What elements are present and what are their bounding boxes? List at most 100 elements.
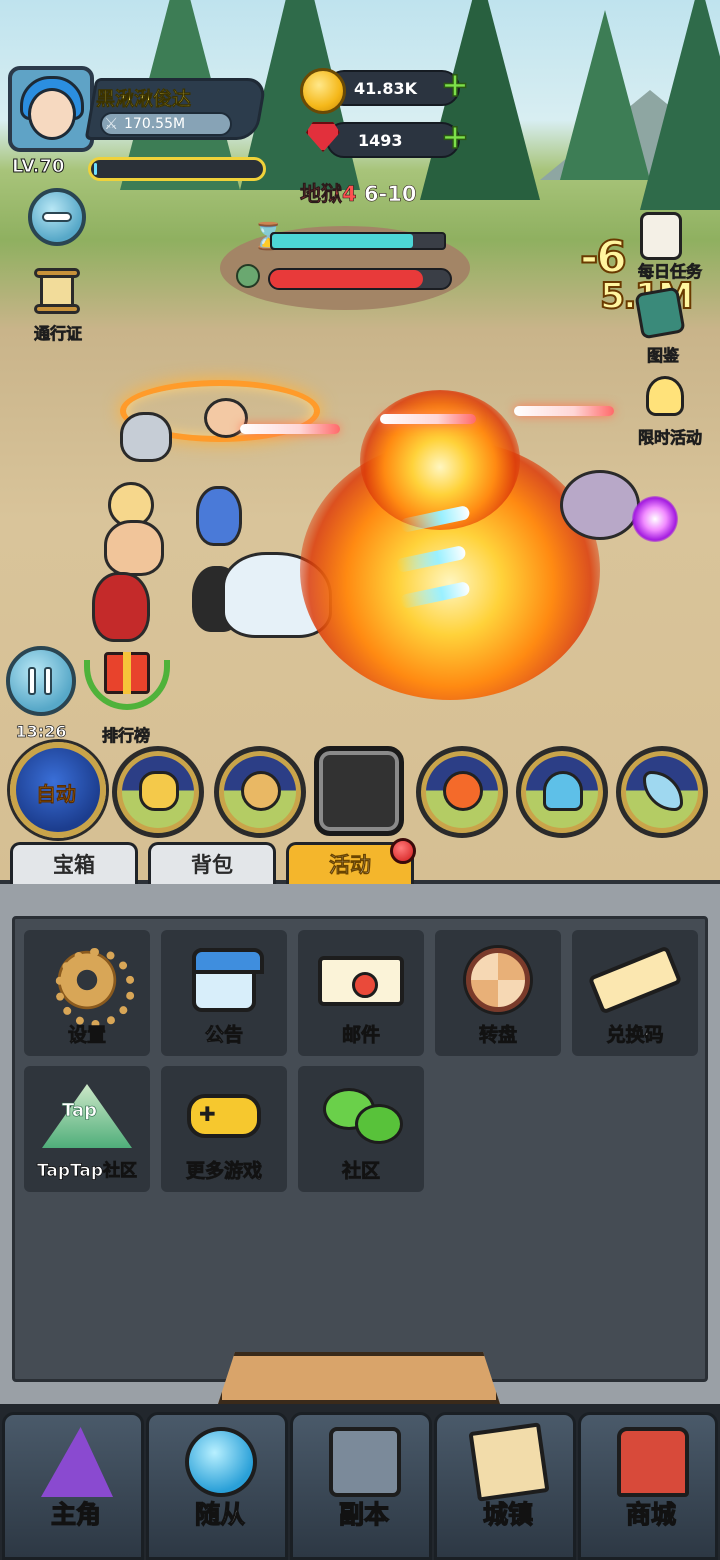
- gear-icon: [55, 948, 135, 1028]
- menu-label: 公告: [204, 1024, 244, 1047]
- player-name: 黑湫湫俊达: [96, 88, 192, 111]
- add-gems-button[interactable]: +: [440, 119, 470, 155]
- shop-icon: [617, 1427, 689, 1497]
- pet-orb-icon: [185, 1427, 257, 1497]
- menu-label: TapTap社区: [36, 1161, 138, 1182]
- ghost-skill-icon: [543, 771, 583, 811]
- menu-label: 社区: [341, 1160, 381, 1183]
- ticket-icon: [587, 945, 683, 1015]
- wizard-hat-icon: [41, 1427, 113, 1497]
- flying-sword-effect: [380, 414, 476, 424]
- menu-label: 邮件: [341, 1024, 381, 1047]
- skill-slot-3[interactable]: [314, 746, 404, 836]
- flying-sword-effect: [240, 424, 340, 434]
- player-level: LV.70: [12, 156, 65, 178]
- battle-pass-label[interactable]: 通行证: [22, 320, 94, 344]
- skill-slot-5[interactable]: [516, 746, 608, 838]
- minus-icon: [42, 212, 72, 222]
- calendar-icon: [192, 948, 264, 1012]
- nav-label: 商城: [625, 1499, 676, 1529]
- party-popper-icon[interactable]: [646, 376, 684, 416]
- skill-slot-6[interactable]: [616, 746, 708, 838]
- skill-slot-4[interactable]: [416, 746, 508, 838]
- nav-label: 副本: [338, 1499, 389, 1529]
- nav-hero[interactable]: 主角: [2, 1412, 144, 1560]
- gem-amount: 1493: [358, 131, 403, 150]
- leaderboard-gift-icon[interactable]: [104, 652, 150, 694]
- wolf-enemy: [560, 470, 640, 540]
- scroll-body: [40, 274, 74, 308]
- mail-icon: [318, 956, 404, 1006]
- wheel-icon: [466, 948, 530, 1012]
- boss-skull-icon: [236, 264, 260, 288]
- gold-coin-icon: [300, 68, 346, 114]
- gamepad-icon: [187, 1094, 261, 1138]
- stage-zone: 地狱4: [300, 182, 357, 207]
- limited-event-label[interactable]: 限时活动: [622, 424, 718, 448]
- wooden-ledge: [218, 1352, 500, 1404]
- nav-dungeon[interactable]: 副本: [290, 1412, 432, 1560]
- notification-dot: [390, 838, 416, 864]
- auto-battle-label[interactable]: 自动: [36, 778, 77, 807]
- tab-backpack[interactable]: 背包: [148, 842, 276, 886]
- codex-book-icon[interactable]: [634, 286, 686, 340]
- barrel-skill-icon: [241, 771, 281, 811]
- player-avatar[interactable]: [8, 66, 94, 152]
- pause-icon: [44, 667, 52, 695]
- menu-community[interactable]: 社区: [298, 1066, 424, 1192]
- menu-settings[interactable]: 设置: [24, 930, 150, 1056]
- stage-level: 6-10: [363, 182, 417, 207]
- menu-mail[interactable]: 邮件: [298, 930, 424, 1056]
- menu-label: 兑换码: [606, 1024, 664, 1047]
- background-tree: [560, 10, 650, 180]
- skill-slot-2[interactable]: [214, 746, 306, 838]
- fireball-skill-icon: [443, 771, 483, 811]
- flying-sword-effect: [514, 406, 614, 416]
- menu-redeem-code[interactable]: 兑换码: [572, 930, 698, 1056]
- stage-timer-bar: [270, 232, 446, 250]
- menu-more-games[interactable]: 更多游戏: [161, 1066, 287, 1192]
- nav-label: 随从: [194, 1499, 245, 1529]
- tab-treasure-chest[interactable]: 宝箱: [10, 842, 138, 886]
- nav-town[interactable]: 城镇: [434, 1412, 576, 1560]
- stage-label: 地狱4 6-10: [300, 178, 417, 208]
- wizard-hero: [196, 486, 242, 546]
- menu-label: 设置: [67, 1024, 107, 1047]
- menu-label: 更多游戏: [185, 1160, 263, 1183]
- knight-hero: [120, 412, 172, 462]
- town-map-icon: [468, 1422, 550, 1502]
- skill-slot-1[interactable]: [112, 746, 204, 838]
- leaderboard-label[interactable]: 排行榜: [88, 722, 164, 746]
- session-timer: 13:26: [15, 722, 67, 742]
- nav-label: 主角: [50, 1499, 101, 1529]
- menu-announcements[interactable]: 公告: [161, 930, 287, 1056]
- xp-bar: [88, 157, 266, 181]
- menu-taptap-community[interactable]: Tap TapTap社区: [24, 1066, 150, 1192]
- pause-icon: [28, 667, 36, 695]
- menu-label: 转盘: [478, 1024, 518, 1047]
- codex-label[interactable]: 图鉴: [630, 342, 696, 366]
- battle-pass-scroll-icon[interactable]: [34, 268, 80, 314]
- daily-tasks-label[interactable]: 每日任务: [622, 258, 718, 282]
- pirate-hero: [92, 572, 150, 642]
- boss-hp-fill: [270, 270, 423, 288]
- add-gold-button[interactable]: +: [440, 67, 470, 103]
- clipboard-icon[interactable]: [640, 212, 682, 260]
- nav-label: 城镇: [482, 1499, 533, 1529]
- sword-icon: ⚔: [104, 114, 119, 133]
- xp-bar-fill: [94, 163, 98, 175]
- chat-icon: [323, 1084, 403, 1148]
- pause-button[interactable]: [6, 646, 76, 716]
- background-tree: [640, 0, 720, 210]
- dash-skill-icon: [139, 771, 179, 811]
- nav-shop[interactable]: 商城: [578, 1412, 718, 1560]
- nav-followers[interactable]: 随从: [146, 1412, 288, 1560]
- stage-timer-fill: [272, 234, 414, 248]
- menu-wheel[interactable]: 转盘: [435, 930, 561, 1056]
- gold-amount: 41.83K: [354, 79, 418, 98]
- feather-skill-icon: [643, 771, 683, 811]
- explosion-effect: [360, 390, 520, 530]
- chat-bubble: [355, 1104, 403, 1144]
- taptap-icon-text: Tap: [62, 1100, 98, 1122]
- combat-power-value: 170.55M: [124, 116, 186, 132]
